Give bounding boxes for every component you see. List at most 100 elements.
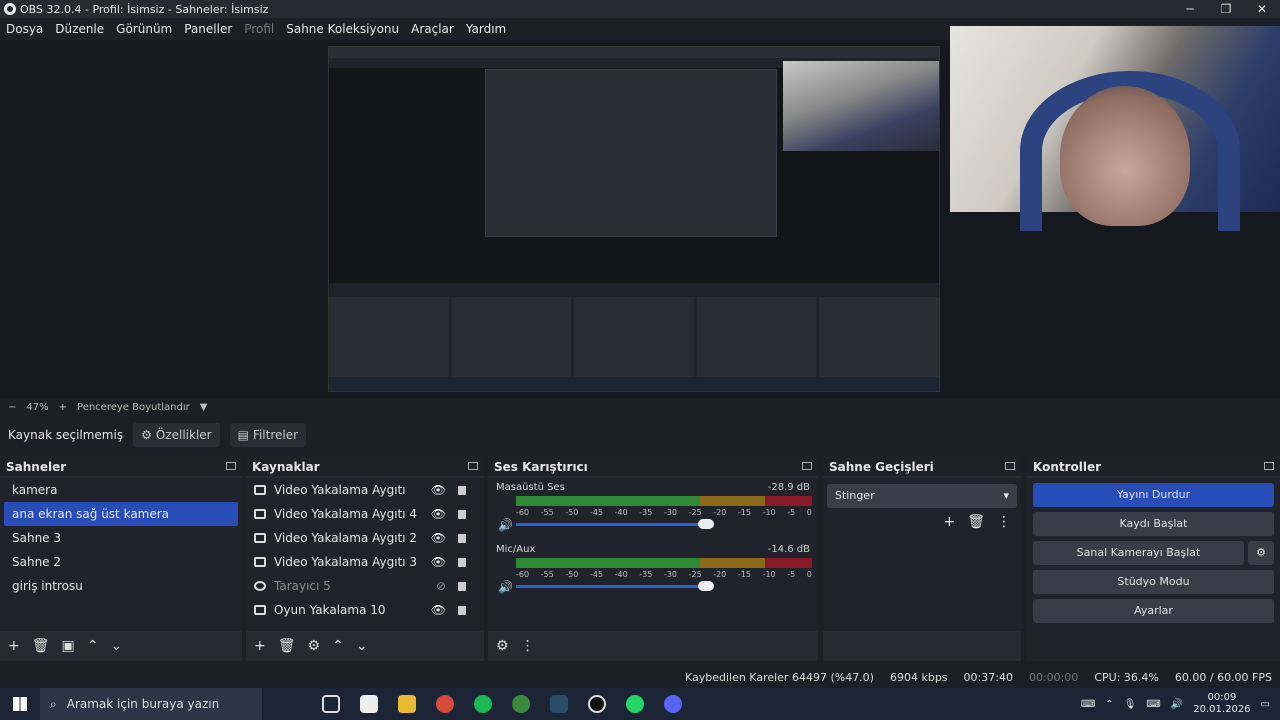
source-item[interactable]: Oyun Yakalama 10 👁 — [246, 598, 484, 622]
lock-icon[interactable] — [458, 534, 466, 543]
source-label: Tarayıcı 5 — [274, 579, 331, 593]
microphone-icon[interactable]: 🎙 — [1124, 699, 1137, 710]
start-button[interactable] — [0, 688, 40, 720]
slider-knob[interactable] — [698, 581, 714, 591]
eye-icon[interactable]: 👁 — [431, 502, 446, 526]
nested-webcam — [783, 61, 939, 151]
sources-title: Kaynaklar — [252, 460, 320, 474]
popout-icon[interactable] — [226, 462, 236, 470]
eye-icon[interactable]: 👁 — [431, 526, 446, 550]
volume-slider[interactable] — [516, 519, 714, 529]
clock[interactable]: 00:09 20.01.2026 — [1193, 692, 1250, 716]
lock-icon[interactable] — [458, 582, 466, 591]
obs-icon[interactable] — [578, 688, 616, 720]
popout-icon[interactable] — [802, 462, 812, 470]
source-label: Video Yakalama Aygıtı 3 — [274, 555, 418, 569]
taskbar-search[interactable]: ⌕ Aramak için buraya yazın — [40, 688, 262, 720]
fit-to-window-button[interactable]: Pencereye Boyutlandır — [77, 402, 190, 413]
eye-icon[interactable]: 👁 — [431, 598, 446, 622]
task-view-icon[interactable] — [312, 688, 350, 720]
network-icon[interactable]: ⌨ — [1146, 699, 1160, 710]
nested-panels — [329, 297, 939, 377]
scenes-header: Sahneler — [0, 456, 242, 476]
scene-item[interactable]: Sahne 2 — [4, 550, 238, 574]
eye-icon[interactable]: 👁 — [431, 478, 446, 502]
menu-item-sahne-koleksiyonu[interactable]: Sahne Koleksiyonu — [280, 22, 405, 36]
lock-icon[interactable] — [458, 486, 466, 495]
speaker-icon[interactable]: 🔊 — [498, 518, 513, 532]
zoom-out-button[interactable]: − — [8, 402, 16, 413]
volume-slider[interactable] — [516, 581, 714, 591]
scene-filters-icon[interactable]: ▣ — [62, 638, 75, 654]
menu-item-yardim[interactable]: Yardım — [460, 22, 512, 36]
file-explorer-icon[interactable] — [388, 688, 426, 720]
menu-item-duzenle[interactable]: Düzenle — [49, 22, 110, 36]
zoom-in-button[interactable]: + — [59, 402, 67, 413]
close-button[interactable]: ✕ — [1244, 0, 1280, 18]
eye-icon[interactable]: 👁 — [431, 550, 446, 574]
move-up-icon[interactable]: ⌃ — [332, 638, 344, 654]
menu-item-araclar[interactable]: Araçlar — [405, 22, 460, 36]
stop-stream-button[interactable]: Yayını Durdur — [1033, 483, 1274, 507]
maximize-button[interactable]: ❐ — [1208, 0, 1244, 18]
scene-item[interactable]: Sahne 3 — [4, 526, 238, 550]
popout-icon[interactable] — [468, 462, 478, 470]
vcam-gear-icon[interactable]: ⚙ — [1248, 541, 1274, 565]
search-icon: ⌕ — [50, 696, 57, 711]
meter-ticks: -60 -55 -50 -45 -40 -35 -30 -25 -20 -15 -10 -5 0 — [516, 570, 812, 579]
mixer-settings-icon[interactable]: ⚙ — [496, 638, 509, 654]
remove-transition-icon[interactable]: 🗑 — [967, 514, 985, 530]
properties-button[interactable]: ⚙ Özellikler — [133, 423, 220, 447]
move-down-icon[interactable]: ⌄ — [110, 638, 122, 654]
move-up-icon[interactable]: ⌃ — [87, 638, 99, 654]
studio-mode-button[interactable]: Stüdyo Modu — [1033, 570, 1274, 594]
popout-icon[interactable] — [1005, 462, 1015, 470]
start-vcam-button[interactable]: Sanal Kamerayı Başlat — [1033, 541, 1244, 565]
fit-caret-icon[interactable]: ▼ — [200, 402, 208, 413]
lock-icon[interactable] — [458, 510, 466, 519]
keyboard-icon[interactable]: ⌨ — [1081, 699, 1095, 710]
source-settings-icon[interactable]: ⚙ — [308, 638, 321, 654]
remove-source-icon[interactable]: 🗑 — [278, 638, 296, 654]
scene-item-selected[interactable]: ana ekran sağ üst kamera — [4, 502, 238, 526]
source-item[interactable]: Tarayıcı 5 ⊘ — [246, 574, 484, 598]
lock-icon[interactable] — [458, 558, 466, 567]
source-item[interactable]: Video Yakalama Aygıtı 2 👁 — [246, 526, 484, 550]
source-item[interactable]: Video Yakalama Aygıtı 👁 — [246, 478, 484, 502]
chevron-up-icon[interactable]: ⌃ — [1105, 699, 1113, 710]
eye-hidden-icon[interactable]: ⊘ — [436, 574, 446, 598]
slider-knob[interactable] — [698, 519, 714, 529]
add-scene-icon[interactable]: + — [8, 638, 20, 654]
menu-item-profil[interactable]: Profil — [238, 22, 280, 36]
add-transition-icon[interactable]: + — [943, 514, 955, 530]
source-item[interactable]: Video Yakalama Aygıtı 4 👁 — [246, 502, 484, 526]
notification-icon[interactable]: ▭ — [1261, 699, 1270, 710]
app-icon[interactable] — [502, 688, 540, 720]
filters-button[interactable]: ▤ Filtreler — [229, 423, 307, 447]
transition-select[interactable]: Stinger ▾ — [827, 484, 1017, 508]
move-down-icon[interactable]: ⌄ — [356, 638, 368, 654]
discord-icon[interactable] — [654, 688, 692, 720]
minimize-button[interactable]: ─ — [1172, 0, 1208, 18]
menu-item-paneller[interactable]: Paneller — [178, 22, 238, 36]
transition-menu-icon[interactable]: ⋮ — [997, 514, 1011, 530]
steam-icon[interactable] — [540, 688, 578, 720]
mixer-menu-icon[interactable]: ⋮ — [521, 638, 535, 654]
volume-icon[interactable]: 🔊 — [1171, 699, 1183, 710]
spotify-icon[interactable] — [464, 688, 502, 720]
chrome-icon[interactable] — [426, 688, 464, 720]
start-record-button[interactable]: Kaydı Başlat — [1033, 512, 1274, 536]
speaker-icon[interactable]: 🔊 — [498, 580, 513, 594]
lock-icon[interactable] — [458, 606, 466, 615]
remove-scene-icon[interactable]: 🗑 — [32, 638, 50, 654]
popout-icon[interactable] — [1264, 462, 1274, 470]
settings-button[interactable]: Ayarlar — [1033, 599, 1274, 623]
scene-item[interactable]: kamera — [4, 478, 238, 502]
scene-item[interactable]: giriş introsu — [4, 574, 238, 598]
source-item[interactable]: Video Yakalama Aygıtı 3 👁 — [246, 550, 484, 574]
menu-item-dosya[interactable]: Dosya — [0, 22, 49, 36]
notepad-icon[interactable] — [350, 688, 388, 720]
add-source-icon[interactable]: + — [254, 638, 266, 654]
menu-item-gorunum[interactable]: Görünüm — [110, 22, 178, 36]
whatsapp-icon[interactable] — [616, 688, 654, 720]
